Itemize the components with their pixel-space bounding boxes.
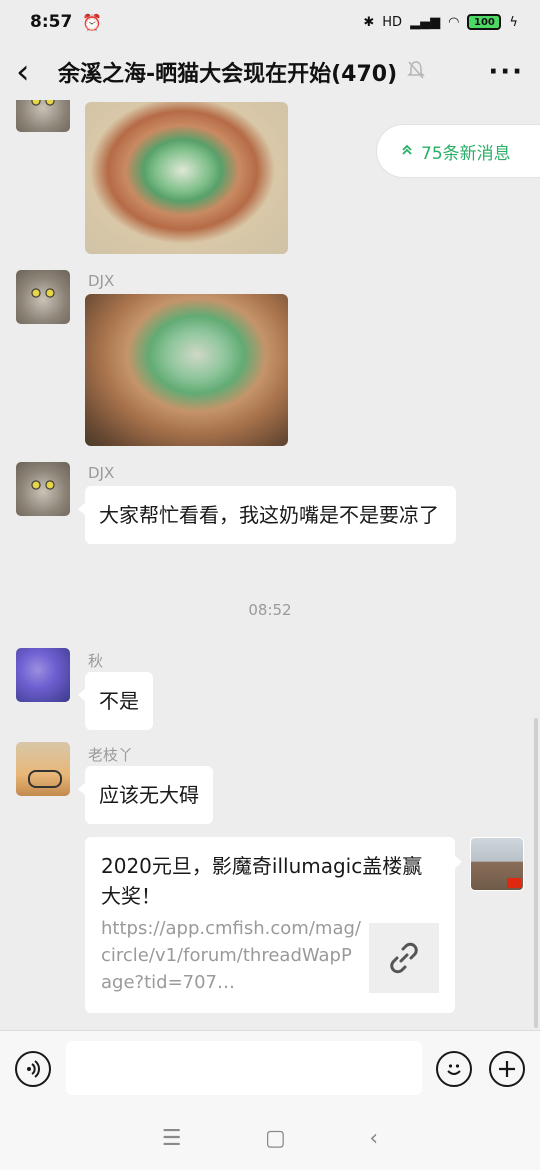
my-avatar[interactable] [470,837,524,891]
avatar[interactable] [16,270,70,324]
status-time: 8:57 [30,12,73,32]
link-card-message[interactable]: 2020元旦，影魔奇illumagic盖楼赢大奖！ https://app.cm… [85,837,462,1013]
image-message[interactable] [85,294,288,446]
chat-header: ‹ 余溪之海-晒猫大会现在开始(470) ··· [0,44,540,100]
avatar[interactable] [16,648,70,702]
back-icon[interactable]: ‹ [16,55,50,89]
avatar[interactable] [16,742,70,796]
sender-name: DJX [88,272,115,290]
charging-icon: ϟ [509,14,518,30]
network-type-label: HD [382,14,403,30]
battery-level: 100 [473,16,495,28]
wifi-icon: ◠ [448,14,460,30]
menu-icon[interactable]: ☰ [162,1126,182,1151]
message-bubble[interactable]: 大家帮忙看看，我这奶嘴是不是要凉了 [78,486,456,544]
new-messages-button[interactable]: 75条新消息 [376,124,540,178]
system-navigation-bar: ☰ ▢ ‹ [0,1106,540,1170]
sender-name: 秋 [88,652,104,670]
emoji-icon[interactable] [436,1051,472,1087]
message-input[interactable] [66,1041,422,1095]
mute-bell-icon [407,60,425,84]
more-options-icon[interactable]: ··· [488,57,524,87]
message-timestamp: 08:52 [248,601,292,619]
new-messages-label: 75条新消息 [421,143,511,164]
bluetooth-icon: ✱ [363,14,375,30]
chat-message-list[interactable]: DJX DJX 大家帮忙看看，我这奶嘴是不是要凉了 08:52 秋 不是 老枝丫… [0,100,540,1030]
chat-title: 余溪之海-晒猫大会现在开始(470) [58,62,398,87]
home-icon[interactable]: ▢ [265,1126,286,1151]
avatar[interactable] [16,100,70,132]
signal-icon: ▂▄▆ [410,14,441,30]
voice-input-icon[interactable] [15,1051,51,1087]
scrollbar[interactable] [534,718,538,1028]
link-card-title: 2020元旦，影魔奇illumagic盖楼赢大奖！ [101,854,423,908]
sender-name: 老枝丫 [88,746,134,764]
alarm-icon: ⏰ [82,12,103,32]
link-card-url: https://app.cmfish.com/mag/circle/v1/for… [101,918,361,993]
image-message[interactable] [85,102,288,254]
link-icon [369,923,439,993]
input-bar [0,1030,540,1106]
sender-name: DJX [88,464,115,482]
message-bubble[interactable]: 应该无大碍 [78,766,213,824]
avatar[interactable] [16,462,70,516]
double-chevron-up-icon [401,141,413,161]
status-bar: 8:57 ⏰ ✱ HD ▂▄▆ ◠ 100 ϟ [0,0,540,44]
battery-icon: 100 [467,14,502,30]
flag-icon [507,878,521,888]
message-bubble[interactable]: 不是 [78,672,153,730]
back-nav-icon[interactable]: ‹ [369,1126,378,1151]
add-attachment-icon[interactable] [489,1051,525,1087]
